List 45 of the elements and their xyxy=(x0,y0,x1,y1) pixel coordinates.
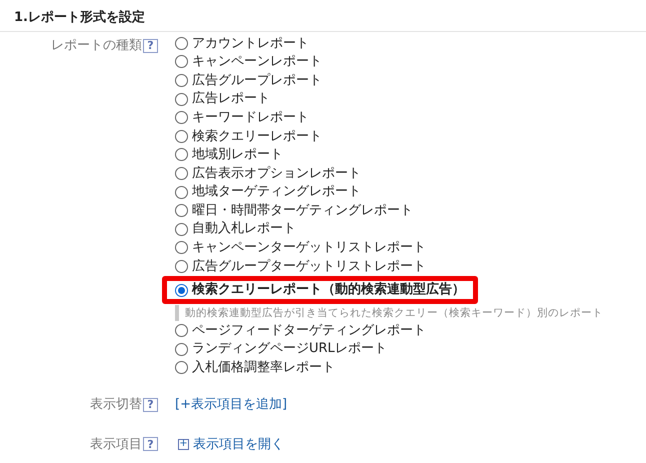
radio-button[interactable] xyxy=(175,241,188,254)
option-label[interactable]: 広告表示オプションレポート xyxy=(192,164,361,184)
option-label[interactable]: 地域ターゲティングレポート xyxy=(192,182,361,202)
radio-button[interactable] xyxy=(175,222,188,236)
option-label[interactable]: 広告グループレポート xyxy=(192,70,322,90)
option-label[interactable]: 広告グループターゲットリストレポート xyxy=(192,256,426,276)
field-label: レポートの種類 xyxy=(51,37,142,55)
section-title: 1.レポート形式を設定 xyxy=(14,8,145,26)
radio-button[interactable] xyxy=(175,166,188,180)
help-button[interactable]: ? xyxy=(143,38,158,53)
option-description: 動的検索連動型広告が引き当てられた検索クエリー（検索キーワード）別のレポート xyxy=(175,305,603,322)
radio-button[interactable] xyxy=(175,342,188,356)
expand-button[interactable]: + xyxy=(178,438,189,450)
add-display-items-link[interactable]: [+表示項目を追加] xyxy=(175,395,288,415)
option-label[interactable]: 検索クエリーレポート（動的検索連動型広告） xyxy=(192,280,465,300)
option-label[interactable]: キャンペーンターゲットリストレポート xyxy=(192,238,426,258)
option-label[interactable]: アカウントレポート xyxy=(192,34,309,54)
help-button[interactable]: ? xyxy=(143,398,158,412)
field-label: 表示切替 xyxy=(90,396,142,414)
radio-button[interactable] xyxy=(175,186,188,199)
radio-button[interactable] xyxy=(175,204,188,218)
help-button[interactable]: ? xyxy=(143,437,158,452)
option-label[interactable]: キャンペーンレポート xyxy=(192,52,322,72)
radio-button[interactable] xyxy=(175,260,188,273)
option-label[interactable]: 広告レポート xyxy=(192,89,270,109)
radio-button[interactable] xyxy=(175,36,188,50)
field-label: 表示項目 xyxy=(90,436,142,454)
option-label[interactable]: 曜日・時間帯ターゲティングレポート xyxy=(192,200,413,220)
radio-button[interactable] xyxy=(175,111,188,124)
option-label[interactable]: 地域別レポート xyxy=(192,145,283,165)
radio-button[interactable] xyxy=(175,74,188,87)
option-label[interactable]: 検索クエリーレポート xyxy=(192,126,322,146)
option-label[interactable]: 入札価格調整率レポート xyxy=(192,358,335,378)
radio-button[interactable] xyxy=(175,55,188,68)
radio-button[interactable] xyxy=(175,284,188,297)
radio-button[interactable] xyxy=(175,148,188,162)
option-label[interactable]: ページフィードターゲティングレポート xyxy=(192,320,426,340)
radio-button[interactable] xyxy=(175,324,188,338)
open-display-items-link[interactable]: 表示項目を開く xyxy=(193,434,284,454)
option-label[interactable]: キーワードレポート xyxy=(192,108,309,128)
option-label[interactable]: 自動入札レポート xyxy=(192,219,296,239)
option-label[interactable]: ランディングページURLレポート xyxy=(192,339,387,359)
radio-button[interactable] xyxy=(175,130,188,143)
radio-button[interactable] xyxy=(175,92,188,106)
radio-button[interactable] xyxy=(175,361,188,374)
